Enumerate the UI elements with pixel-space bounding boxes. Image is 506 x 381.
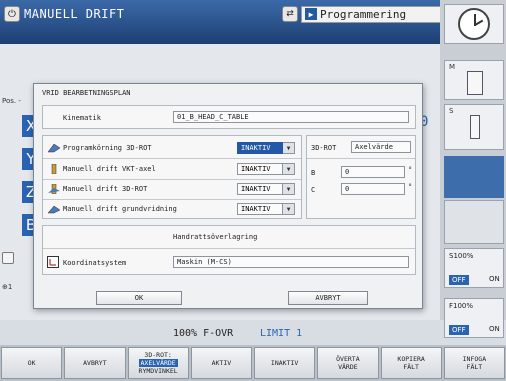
feed-override-label: F100% <box>449 302 474 310</box>
program-run-value: INAKTIV <box>237 142 283 154</box>
spindle-override-label: S100% <box>449 252 474 260</box>
rotation-axes-panel: 3D-ROT Axelvärde B 0 ° C 0 ° <box>306 135 416 219</box>
status-icon: ⊕1 <box>2 283 13 291</box>
kinematics-label: Kinematik <box>63 114 101 122</box>
spindle-on-label: ON <box>489 275 500 283</box>
base-rotation-select[interactable]: INAKTIV ▼ <box>237 203 295 215</box>
tilt-working-plane-dialog: VRID BEARBETNINGSPLAN Kinematik 01_B_HEA… <box>33 83 423 309</box>
cancel-button[interactable]: AVBRYT <box>288 291 368 305</box>
program-run-icon <box>47 143 61 153</box>
softkey-inactive[interactable]: INAKTIV <box>254 347 316 379</box>
base-rotation-value: INAKTIV <box>237 203 283 215</box>
power-icon[interactable]: ⏻ <box>4 6 20 22</box>
axis-b-field-label: B <box>311 169 316 177</box>
kinematics-field[interactable]: 01_B_HEAD_C_TABLE <box>173 111 409 123</box>
feed-off-badge: OFF <box>449 325 469 335</box>
m-label: M <box>449 63 456 71</box>
clock-icon <box>458 8 490 40</box>
dialog-title: VRID BEARBETNINGSPLAN <box>42 89 131 97</box>
status-strip <box>444 156 504 198</box>
rot-mode-field[interactable]: Axelvärde <box>351 141 411 153</box>
s-label: S <box>449 107 454 115</box>
row-manual-rot-label: Manuell drift 3D-ROT <box>63 185 148 193</box>
handwheel-title: Handrattsöverlagring <box>173 233 258 241</box>
spindle-icon <box>470 115 480 139</box>
feed-override-box[interactable]: F100% OFF ON <box>444 298 504 338</box>
programming-label: Programmering <box>320 7 407 21</box>
axis-c-field-label: C <box>311 186 316 194</box>
feed-override-readout: 100% F-OVR <box>173 328 234 339</box>
softkey-insert-field[interactable]: INFOGA FÄLT <box>443 347 505 379</box>
row-base-rotation-label: Manuell drift grundvridning <box>63 205 177 213</box>
kinematics-panel: Kinematik 01_B_HEAD_C_TABLE <box>42 105 416 129</box>
softkey-bar: OK AVBRYT 3D-ROT: AXELVÄRDE RYMDVINKEL A… <box>0 345 506 381</box>
program-switch-icon[interactable]: ⇄ <box>282 6 298 22</box>
spindle-override-box[interactable]: S100% OFF ON <box>444 248 504 288</box>
manual-rot-icon <box>48 184 60 194</box>
row-manual-axis-label: Manuell drift VKT-axel <box>63 165 156 173</box>
axis-c-unit: ° <box>408 183 413 191</box>
clock-widget[interactable] <box>444 4 504 44</box>
base-rotation-icon <box>47 205 61 214</box>
function-rows-panel: Programkörning 3D-ROT INAKTIV ▼ Manuell … <box>42 135 302 219</box>
chevron-down-icon: ▼ <box>283 203 295 215</box>
coordinate-system-icon <box>47 256 59 268</box>
mode-indicator: ⏻ MANUELL DRIFT <box>4 4 124 24</box>
softkey-3d-rot-mode[interactable]: 3D-ROT: AXELVÄRDE RYMDVINKEL <box>127 347 189 379</box>
coolant-icon <box>467 71 483 95</box>
coord-system-label: Koordinatsystem <box>63 259 127 267</box>
coord-system-field[interactable]: Maskin (M-CS) <box>173 256 409 268</box>
refresh-icon[interactable] <box>2 252 14 264</box>
empty-side-slot <box>444 200 504 244</box>
manual-axis-select[interactable]: INAKTIV ▼ <box>237 163 295 175</box>
softkey-ok[interactable]: OK <box>1 347 63 379</box>
chevron-down-icon: ▼ <box>283 183 295 195</box>
manual-rot-value: INAKTIV <box>237 183 283 195</box>
manual-axis-value: INAKTIV <box>237 163 283 175</box>
manual-rot-select[interactable]: INAKTIV ▼ <box>237 183 295 195</box>
softkey-copy-field[interactable]: KOPIERA FÄLT <box>380 347 442 379</box>
limit-readout: LIMIT 1 <box>260 328 303 339</box>
ok-button[interactable]: OK <box>96 291 182 305</box>
axis-b-unit: ° <box>408 166 413 174</box>
softkey-take-value[interactable]: ÖVERTA VÄRDE <box>317 347 379 379</box>
chevron-down-icon: ▼ <box>283 163 295 175</box>
axis-b-input[interactable]: 0 <box>341 166 405 178</box>
m-function-box[interactable]: M <box>444 60 504 100</box>
softkey-active[interactable]: AKTIV <box>190 347 252 379</box>
manual-axis-icon <box>51 164 57 174</box>
softkey-cancel[interactable]: AVBRYT <box>64 347 126 379</box>
feed-on-label: ON <box>489 325 500 333</box>
row-program-run-label: Programkörning 3D-ROT <box>63 144 152 152</box>
operating-mode-title: MANUELL DRIFT <box>24 7 125 21</box>
rot-mode-label: 3D-ROT <box>311 144 337 152</box>
right-side-panel: M S S100% OFF ON F100% OFF ON <box>440 0 506 338</box>
handwheel-overlay-panel: Handrattsöverlagring Koordinatsystem Mas… <box>42 225 416 275</box>
top-bar: ⏻ MANUELL DRIFT ⇄ ▶ Programmering <box>0 0 478 44</box>
play-icon: ▶ <box>305 8 317 20</box>
position-tab[interactable]: Pos. - <box>2 97 21 105</box>
s-function-box[interactable]: S <box>444 104 504 150</box>
program-run-select[interactable]: INAKTIV ▼ <box>237 142 295 154</box>
axis-c-input[interactable]: 0 <box>341 183 405 195</box>
chevron-down-icon: ▼ <box>283 142 295 154</box>
spindle-off-badge: OFF <box>449 275 469 285</box>
